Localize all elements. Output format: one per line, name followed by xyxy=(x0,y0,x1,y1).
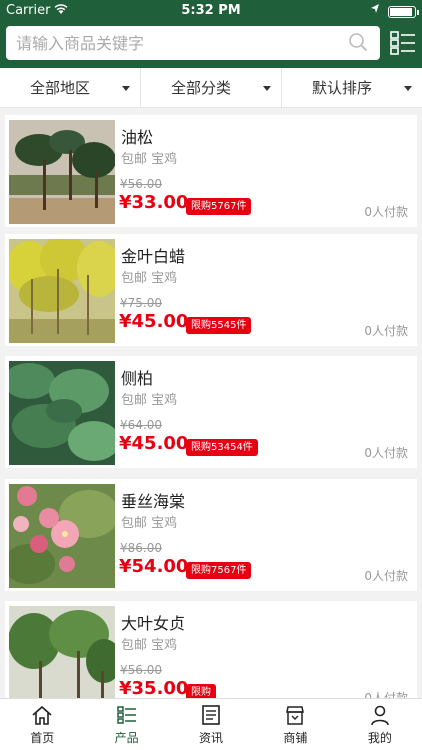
tab-home-label: 首页 xyxy=(30,731,55,745)
filter-sort-label: 默认排序 xyxy=(311,79,372,97)
tab-home[interactable]: 首页 xyxy=(0,699,84,750)
product-thumbnail xyxy=(9,361,115,465)
original-price: ¥56.00 xyxy=(120,177,162,191)
sale-price: ¥45.00 xyxy=(119,433,189,454)
filter-region[interactable]: 全部地区 xyxy=(0,68,140,107)
original-price: ¥56.00 xyxy=(120,663,162,677)
sale-price: ¥45.00 xyxy=(119,311,189,332)
home-icon xyxy=(32,705,52,725)
paid-count: 0人付款 xyxy=(364,691,408,698)
product-name: 垂丝海棠 xyxy=(121,492,186,511)
product-list: 油松 包邮 宝鸡 ¥56.00 ¥33.00 限购5767件 0人付款 金叶白蜡… xyxy=(0,109,422,698)
limit-badge: 限购7567件 xyxy=(186,562,252,579)
product-name: 油松 xyxy=(121,128,154,147)
sale-price: ¥54.00 xyxy=(119,556,189,577)
product-card[interactable]: 侧柏 包邮 宝鸡 ¥64.00 ¥45.00 限购53454件 0人付款 xyxy=(5,356,417,468)
news-icon xyxy=(202,705,220,725)
tab-news-label: 资讯 xyxy=(199,731,224,745)
search-box xyxy=(6,26,380,60)
sale-price: ¥35.00 xyxy=(119,678,189,698)
tab-mine-label: 我的 xyxy=(367,731,392,745)
paid-count: 0人付款 xyxy=(364,324,408,338)
limit-badge: 限购5767件 xyxy=(186,198,252,215)
filter-region-label: 全部地区 xyxy=(29,79,90,97)
limit-badge: 限购5545件 xyxy=(186,317,252,334)
product-name: 侧柏 xyxy=(121,369,154,388)
header: Carrier 5:32 PM xyxy=(0,0,422,68)
product-name: 金叶白蜡 xyxy=(121,247,186,266)
status-time: 5:32 PM xyxy=(181,3,241,18)
product-tags: 包邮 宝鸡 xyxy=(121,638,178,653)
tab-products[interactable]: 产品 xyxy=(84,699,168,750)
product-card[interactable]: 油松 包邮 宝鸡 ¥56.00 ¥33.00 限购5767件 0人付款 xyxy=(5,115,417,227)
search-icon[interactable] xyxy=(348,32,368,52)
product-card[interactable]: 大叶女贞 包邮 宝鸡 ¥56.00 ¥35.00 限购 0人付款 xyxy=(5,601,417,698)
product-tags: 包邮 宝鸡 xyxy=(121,393,178,408)
product-tags: 包邮 宝鸡 xyxy=(121,152,178,167)
location-arrow-icon xyxy=(370,3,380,19)
filter-category-label: 全部分类 xyxy=(170,79,231,97)
tab-news[interactable]: 资讯 xyxy=(169,699,253,750)
product-name: 大叶女贞 xyxy=(121,614,186,633)
battery-icon xyxy=(388,6,419,18)
tab-bar: 首页 产品 资讯 商铺 我的 xyxy=(0,698,422,750)
filter-category[interactable]: 全部分类 xyxy=(140,68,281,107)
product-thumbnail xyxy=(9,120,115,224)
product-thumbnail xyxy=(9,484,115,588)
paid-count: 0人付款 xyxy=(364,205,408,219)
product-card[interactable]: 垂丝海棠 包邮 宝鸡 ¥86.00 ¥54.00 限购7567件 0人付款 xyxy=(5,479,417,591)
tab-mine[interactable]: 我的 xyxy=(338,699,422,750)
sale-price: ¥33.00 xyxy=(119,192,189,213)
filter-bar: 全部地区 全部分类 默认排序 xyxy=(0,68,422,108)
filter-sort[interactable]: 默认排序 xyxy=(281,68,422,107)
product-tags: 包邮 宝鸡 xyxy=(121,271,178,286)
product-card[interactable]: 金叶白蜡 包邮 宝鸡 ¥75.00 ¥45.00 限购5545件 0人付款 xyxy=(5,234,417,346)
product-thumbnail xyxy=(9,606,115,698)
limit-badge: 限购 xyxy=(186,684,216,698)
shop-icon xyxy=(286,706,305,725)
limit-badge: 限购53454件 xyxy=(186,439,258,456)
original-price: ¥64.00 xyxy=(120,418,162,432)
tab-shop[interactable]: 商铺 xyxy=(253,699,337,750)
category-menu-icon[interactable] xyxy=(390,30,416,56)
original-price: ¥86.00 xyxy=(120,541,162,555)
search-input[interactable] xyxy=(6,26,326,60)
paid-count: 0人付款 xyxy=(364,569,408,583)
product-thumbnail xyxy=(9,239,115,343)
product-tags: 包邮 宝鸡 xyxy=(121,516,178,531)
paid-count: 0人付款 xyxy=(364,446,408,460)
original-price: ¥75.00 xyxy=(120,296,162,310)
list-icon xyxy=(116,706,136,724)
tab-shop-label: 商铺 xyxy=(283,731,308,745)
user-icon xyxy=(371,705,389,726)
tab-products-label: 产品 xyxy=(114,731,139,745)
status-bar: Carrier 5:32 PM xyxy=(0,0,422,22)
